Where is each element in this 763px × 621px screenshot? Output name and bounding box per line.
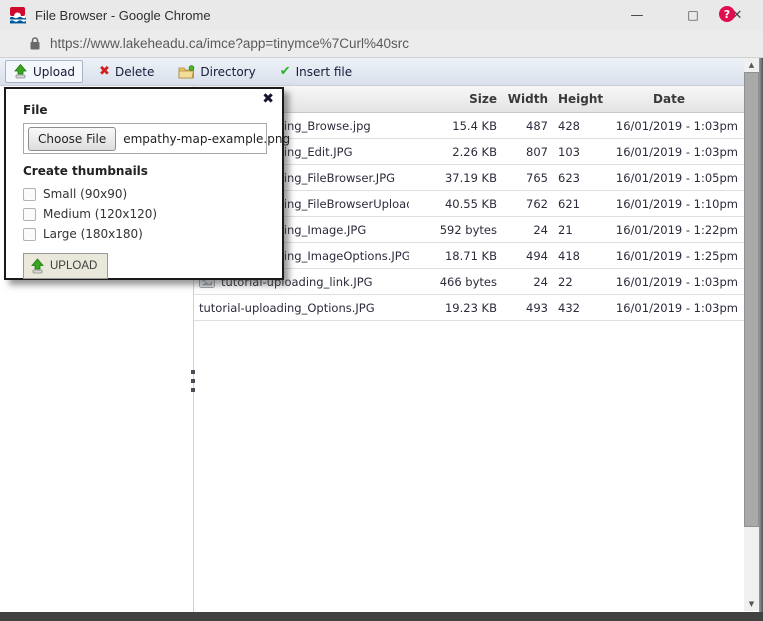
lakehead-favicon-icon <box>10 6 26 24</box>
file-size-cell: 2.26 KB <box>452 144 497 159</box>
file-height-cell: 621 <box>558 196 580 211</box>
file-size-cell: 37.19 KB <box>444 170 497 185</box>
file-width-cell: 24 <box>533 222 548 237</box>
file-height-cell: 22 <box>558 274 573 289</box>
scroll-down-icon[interactable]: ▼ <box>744 597 759 611</box>
scrollbar-thumb[interactable] <box>744 72 759 527</box>
column-header-date[interactable]: Date <box>600 92 744 106</box>
minimize-button[interactable]: — <box>623 0 651 30</box>
file-date-cell: 16/01/2019 - 1:03pm <box>615 300 738 315</box>
file-height-cell: 623 <box>558 170 580 185</box>
file-size-cell: 40.55 KB <box>444 196 497 211</box>
file-width-cell: 487 <box>526 118 548 133</box>
delete-button-label: Delete <box>114 64 155 79</box>
file-width-cell: 24 <box>533 274 548 289</box>
url-text[interactable]: https://www.lakeheadu.ca/imce?app=tinymc… <box>50 36 409 51</box>
insert-file-button-label: Insert file <box>295 64 353 79</box>
upload-submit-button[interactable]: UPLOAD <box>23 253 109 279</box>
file-width-cell: 807 <box>526 144 548 159</box>
file-width-cell: 494 <box>526 248 548 263</box>
file-date-cell: 16/01/2019 - 1:05pm <box>615 170 738 185</box>
upload-submit-label: UPLOAD <box>50 260 98 272</box>
file-height-cell: 21 <box>558 222 573 237</box>
small-thumbnail-checkbox[interactable] <box>23 187 36 201</box>
directory-button[interactable]: Directory <box>170 61 263 83</box>
upload-dialog: ✖ File Choose File empathy-map-example.p… <box>4 87 290 280</box>
file-size-cell: 15.4 KB <box>452 118 497 133</box>
thumbnail-option-small: Small (90x90) <box>23 184 266 204</box>
thumbnail-option-medium: Medium (120x120) <box>23 204 266 224</box>
file-size-cell: 18.71 KB <box>444 248 497 263</box>
imce-toolbar: Upload ✖ Delete Directory ✔ Insert file <box>0 58 758 86</box>
column-header-width[interactable]: Width <box>497 92 548 106</box>
file-height-cell: 418 <box>558 248 580 263</box>
help-icon[interactable]: ? <box>719 6 735 22</box>
upload-arrow-icon <box>31 258 44 274</box>
window-right-edge <box>759 58 763 621</box>
column-header-height[interactable]: Height <box>548 92 603 106</box>
upload-button[interactable]: Upload <box>5 60 84 83</box>
thumbnail-option-large: Large (180x180) <box>23 224 266 244</box>
maximize-button[interactable]: □ <box>679 0 707 30</box>
folder-icon <box>178 64 195 78</box>
lock-icon <box>30 37 40 50</box>
file-input-box: Choose File empathy-map-example.png <box>23 123 290 154</box>
file-date-cell: 16/01/2019 - 1:25pm <box>615 248 738 263</box>
window-bottom-edge <box>0 612 763 621</box>
splitter-drag-handle[interactable] <box>187 368 199 394</box>
file-width-cell: 762 <box>526 196 548 211</box>
file-section-label: File <box>23 103 48 117</box>
file-name-text: tutorial-uploading_Options.JPG <box>199 300 375 315</box>
file-date-cell: 16/01/2019 - 1:03pm <box>615 274 738 289</box>
large-thumbnail-label: Large (180x180) <box>43 227 143 241</box>
directory-button-label: Directory <box>200 64 256 79</box>
thumbnails-section-label: Create thumbnails <box>23 164 148 178</box>
file-date-cell: 16/01/2019 - 1:03pm <box>615 118 738 133</box>
file-name-cell: tutorial-uploading_Options.JPG <box>194 301 409 315</box>
file-width-cell: 765 <box>526 170 548 185</box>
column-header-size[interactable]: Size <box>409 92 497 106</box>
upload-arrow-icon <box>14 64 27 79</box>
choose-file-button[interactable]: Choose File <box>28 126 117 151</box>
file-width-cell: 493 <box>526 300 548 315</box>
large-thumbnail-checkbox[interactable] <box>23 227 36 241</box>
medium-thumbnail-checkbox[interactable] <box>23 207 36 221</box>
table-row[interactable]: tutorial-uploading_Options.JPG 19.23 KB … <box>194 295 744 321</box>
green-check-icon: ✔ <box>279 64 291 79</box>
selected-file-name: empathy-map-example.png <box>123 131 291 146</box>
address-bar: https://www.lakeheadu.ca/imce?app=tinymc… <box>0 30 763 58</box>
vertical-scrollbar[interactable]: ▲ ▼ <box>744 58 759 611</box>
file-size-cell: 19.23 KB <box>444 300 497 315</box>
upload-button-label: Upload <box>33 64 76 79</box>
window-titlebar: File Browser - Google Chrome — □ ✕ <box>0 0 763 30</box>
file-height-cell: 428 <box>558 118 580 133</box>
file-size-cell: 592 bytes <box>439 222 497 237</box>
file-date-cell: 16/01/2019 - 1:03pm <box>615 144 738 159</box>
red-x-icon: ✖ <box>99 64 110 79</box>
medium-thumbnail-label: Medium (120x120) <box>43 207 158 221</box>
window-title: File Browser - Google Chrome <box>35 7 211 23</box>
insert-file-button[interactable]: ✔ Insert file <box>272 60 360 83</box>
small-thumbnail-label: Small (90x90) <box>43 187 128 201</box>
file-height-cell: 432 <box>558 300 580 315</box>
file-size-cell: 466 bytes <box>439 274 497 289</box>
file-height-cell: 103 <box>558 144 580 159</box>
close-dialog-icon[interactable]: ✖ <box>262 92 274 106</box>
file-date-cell: 16/01/2019 - 1:22pm <box>615 222 738 237</box>
file-date-cell: 16/01/2019 - 1:10pm <box>615 196 738 211</box>
delete-button[interactable]: ✖ Delete <box>91 60 162 83</box>
scroll-up-icon[interactable]: ▲ <box>744 58 759 72</box>
